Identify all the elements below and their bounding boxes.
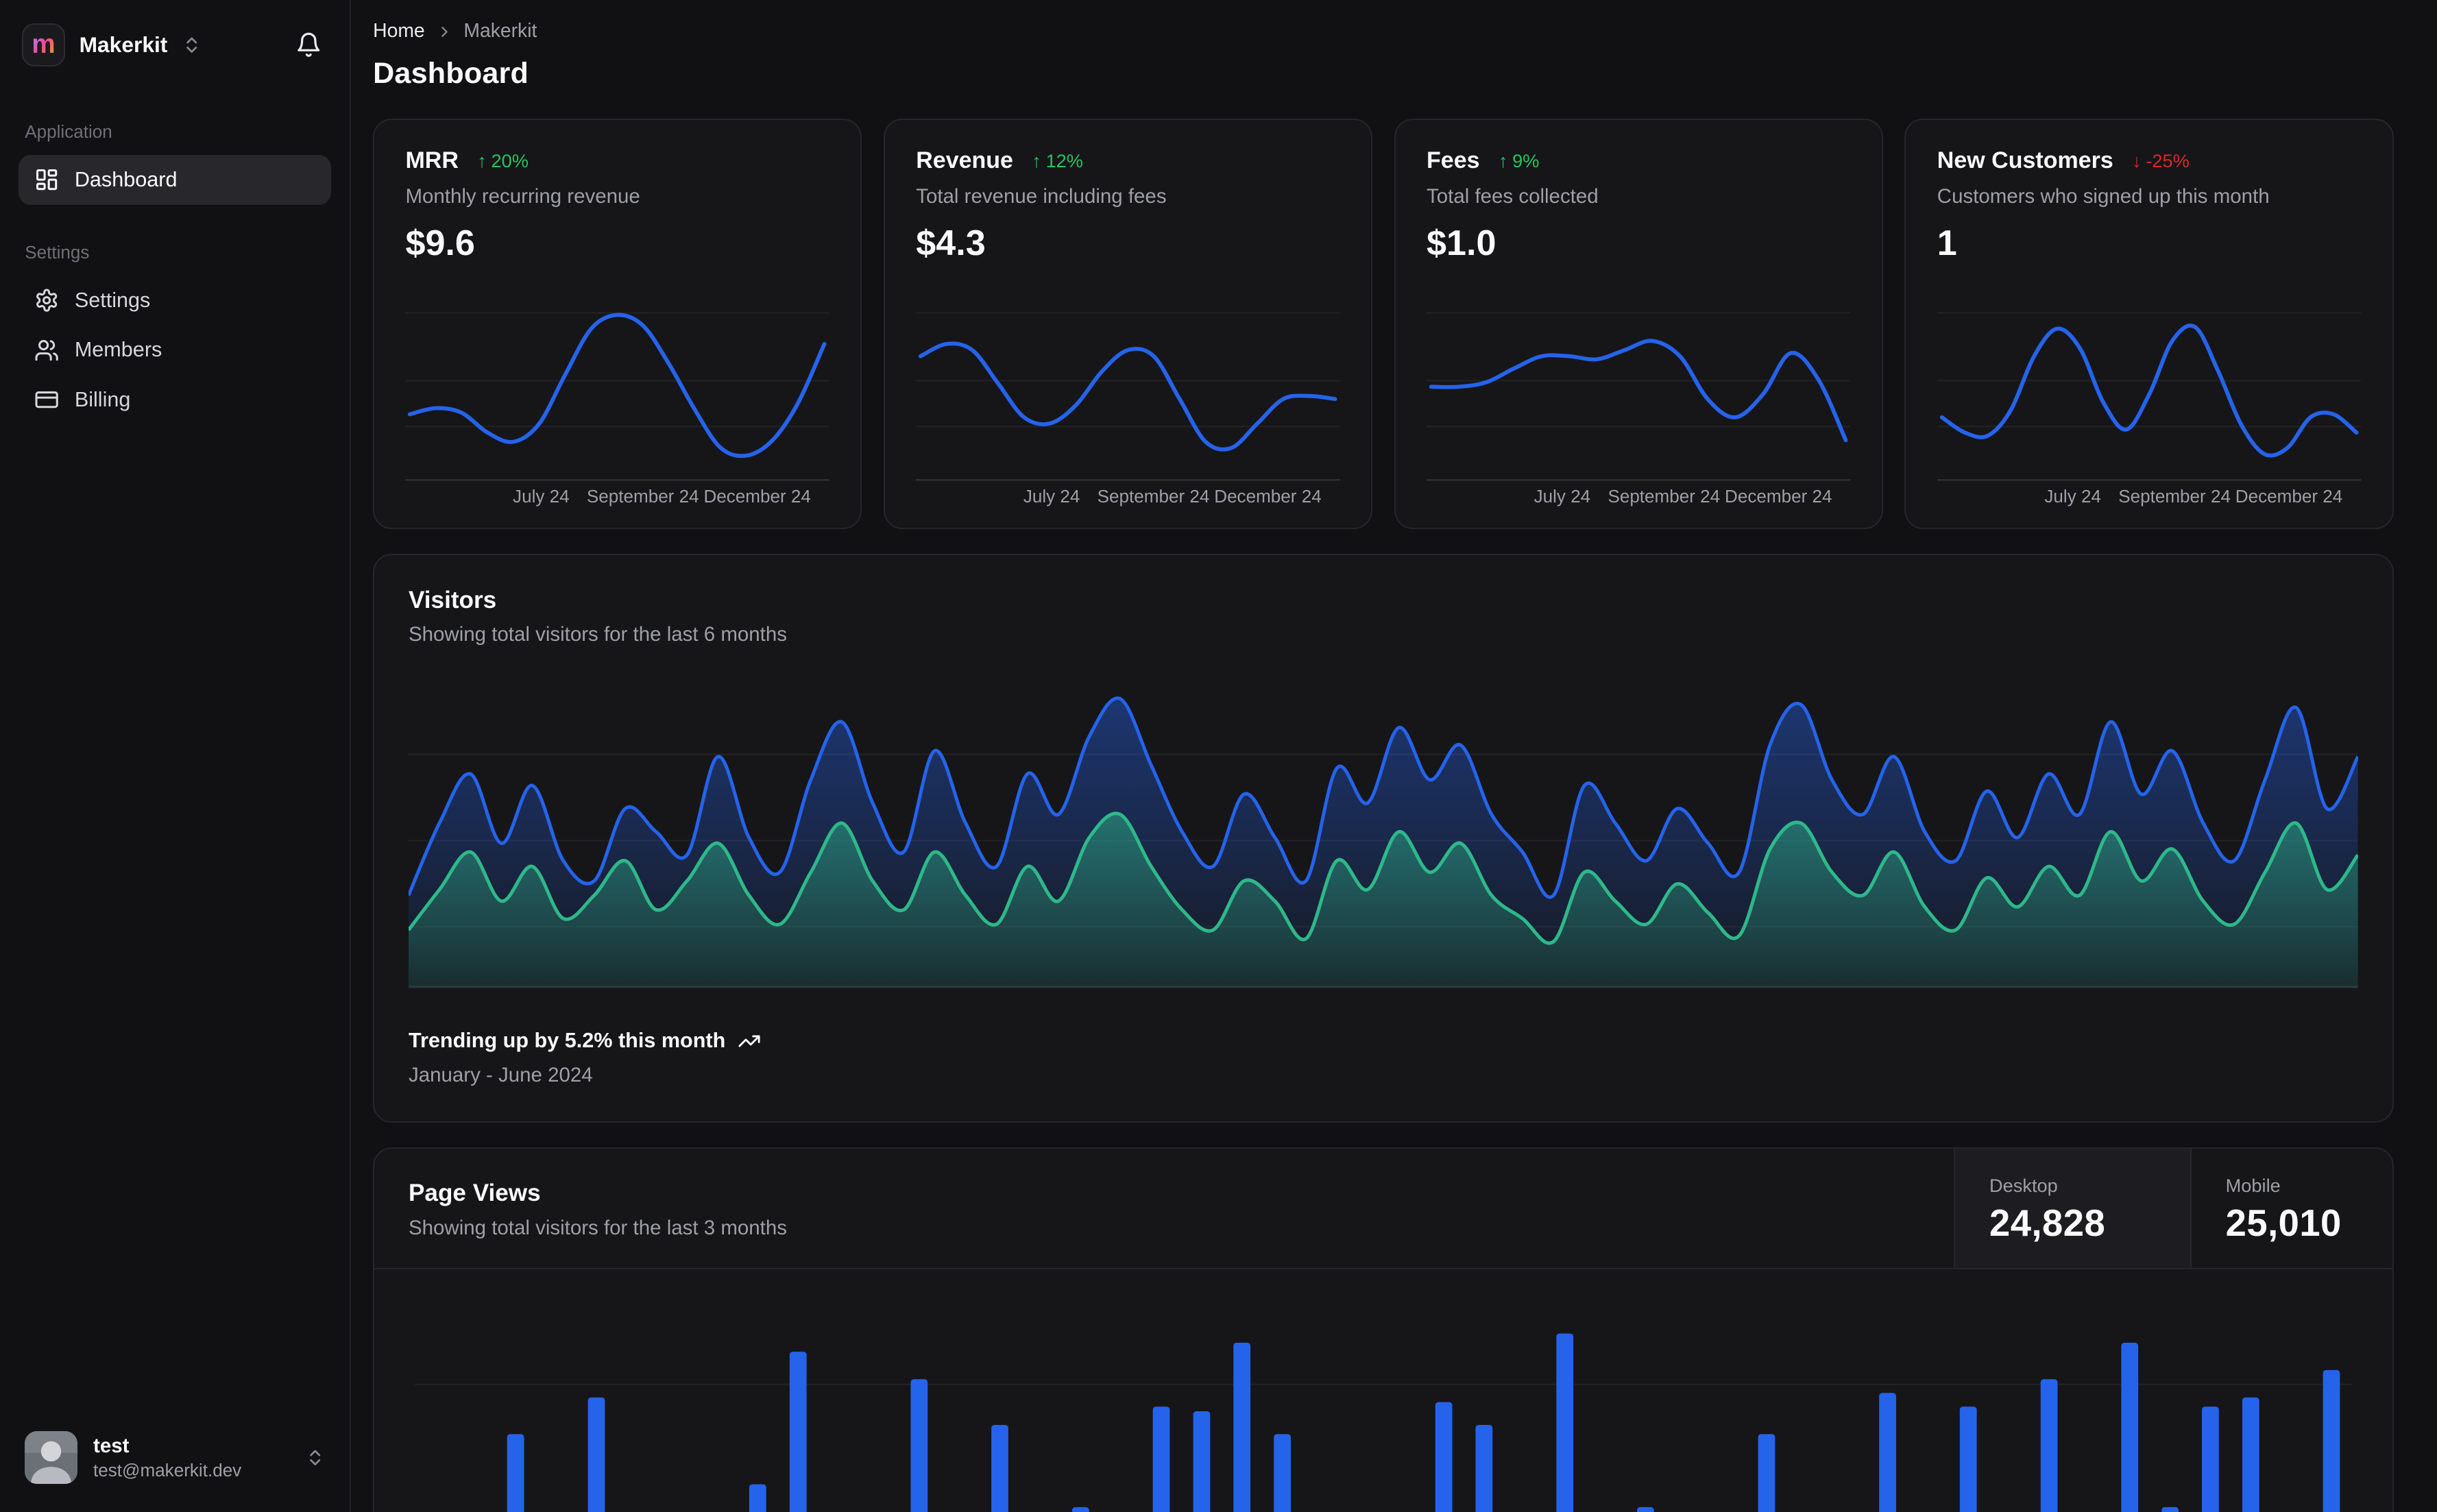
logo-letter: m [32, 29, 56, 60]
stat-description: Monthly recurring revenue [405, 185, 640, 208]
visitors-description: Showing total visitors for the last 6 mo… [408, 623, 787, 646]
stat-description: Total fees collected [1427, 185, 1599, 208]
stat-card-fees: Fees ↑ 9% Total fees collected $1.0 July … [1394, 118, 1883, 530]
main-content: Home Makerkit Dashboard MRR ↑ 20% Monthly… [351, 0, 2437, 1512]
dashboard-grid-icon [34, 167, 59, 192]
fees-sparkline-chart [1427, 311, 1851, 480]
user-avatar [25, 1431, 78, 1485]
revenue-sparkline-chart [916, 311, 1340, 480]
toggle-value: 25,010 [2225, 1202, 2342, 1245]
arrow-up-icon: ↑ [1032, 149, 1041, 171]
makerkit-logo: m [21, 23, 66, 67]
sidebar-item-label: Dashboard [74, 167, 178, 191]
visitors-area-chart [408, 696, 2358, 989]
x-axis-labels: July 24 September 24 December 24 [2044, 485, 2343, 507]
user-menu[interactable]: test test@makerkit.dev [19, 1422, 331, 1493]
visitors-footer-range: January - June 2024 [408, 1063, 593, 1086]
chevrons-up-down-icon [305, 1448, 325, 1467]
nav-section-label-application: Application [25, 121, 112, 142]
bell-icon [295, 32, 322, 58]
toggle-desktop[interactable]: Desktop 24,828 [1954, 1149, 2190, 1268]
trend-badge: ↑ 20% [477, 149, 529, 171]
stat-cards-row: MRR ↑ 20% Monthly recurring revenue $9.6 … [373, 118, 2394, 530]
trending-up-icon [738, 1029, 761, 1053]
page-views-header: Page Views Showing total visitors for th… [374, 1149, 2392, 1269]
breadcrumb-home-link[interactable]: Home [373, 20, 425, 42]
toggle-mobile[interactable]: Mobile 25,010 [2190, 1149, 2392, 1268]
sidebar-item-label: Settings [74, 288, 151, 312]
chevron-right-icon [436, 23, 453, 40]
sidebar-item-members[interactable]: Members [19, 326, 331, 376]
workspace-name: Makerkit [79, 32, 168, 58]
sidebar-item-dashboard[interactable]: Dashboard [19, 154, 332, 205]
user-name: test [93, 1434, 130, 1457]
stat-title: New Customers [1937, 147, 2113, 174]
stat-value: $9.6 [405, 223, 475, 263]
toggle-label: Mobile [2225, 1175, 2281, 1197]
page-views-bar-chart [415, 1333, 2352, 1512]
toggle-value: 24,828 [1989, 1202, 2106, 1245]
app-window: m Makerkit Application Dashboard Setting… [0, 0, 2437, 1512]
nav-section-label-settings: Settings [25, 241, 90, 263]
stat-title: Revenue [916, 147, 1013, 174]
gear-icon [34, 288, 59, 313]
stat-card-mrr: MRR ↑ 20% Monthly recurring revenue $9.6 … [373, 118, 862, 530]
trend-badge: ↓ -25% [2131, 149, 2190, 171]
arrow-down-icon: ↓ [2131, 149, 2142, 171]
stat-description: Customers who signed up this month [1937, 185, 2270, 208]
stat-value: 1 [1937, 223, 1957, 263]
visitors-footer-trend: Trending up by 5.2% this month [409, 1029, 2358, 1053]
visitors-title: Visitors [408, 586, 497, 613]
stat-card-new-customers: New Customers ↓ -25% Customers who signed… [1904, 118, 2394, 530]
chevrons-up-down-icon [182, 35, 202, 55]
stat-title: MRR [405, 147, 459, 174]
page-title: Dashboard [373, 56, 529, 90]
new-customers-sparkline-chart [1937, 311, 2362, 480]
team-switcher[interactable]: m Makerkit [19, 16, 331, 75]
x-axis-labels: July 24 September 24 December 24 [513, 485, 811, 507]
stat-description: Total revenue including fees [916, 185, 1167, 208]
sidebar: m Makerkit Application Dashboard Setting… [0, 0, 352, 1512]
x-axis-labels: July 24 September 24 December 24 [1533, 485, 1832, 507]
users-icon [34, 338, 59, 363]
stat-title: Fees [1427, 147, 1480, 174]
stat-value: $4.3 [916, 223, 986, 263]
sidebar-item-settings[interactable]: Settings [19, 276, 331, 326]
trend-badge: ↑ 12% [1032, 149, 1083, 171]
page-views-card: Page Views Showing total visitors for th… [373, 1147, 2394, 1512]
arrow-up-icon: ↑ [1498, 149, 1508, 171]
toggle-label: Desktop [1989, 1175, 2058, 1197]
breadcrumb-current[interactable]: Makerkit [463, 20, 537, 42]
sidebar-item-label: Billing [74, 387, 131, 411]
stat-card-revenue: Revenue ↑ 12% Total revenue including fee… [883, 118, 1372, 530]
visitors-card: Visitors Showing total visitors for the … [373, 554, 2394, 1123]
credit-card-icon [34, 387, 59, 412]
stat-value: $1.0 [1427, 223, 1496, 263]
mrr-sparkline-chart [405, 311, 829, 480]
breadcrumb: Home Makerkit [373, 20, 2393, 42]
sidebar-nav: Application Dashboard Settings Settings [19, 75, 332, 425]
page-views-description: Showing total visitors for the last 3 mo… [408, 1216, 787, 1239]
page-views-title: Page Views [408, 1180, 541, 1207]
user-email: test@makerkit.dev [93, 1459, 242, 1480]
arrow-up-icon: ↑ [477, 149, 487, 171]
notifications-button[interactable] [289, 25, 328, 64]
trend-badge: ↑ 9% [1498, 149, 1540, 171]
sidebar-item-billing[interactable]: Billing [19, 375, 331, 425]
x-axis-labels: July 24 September 24 December 24 [1023, 485, 1322, 507]
sidebar-item-label: Members [74, 338, 162, 362]
